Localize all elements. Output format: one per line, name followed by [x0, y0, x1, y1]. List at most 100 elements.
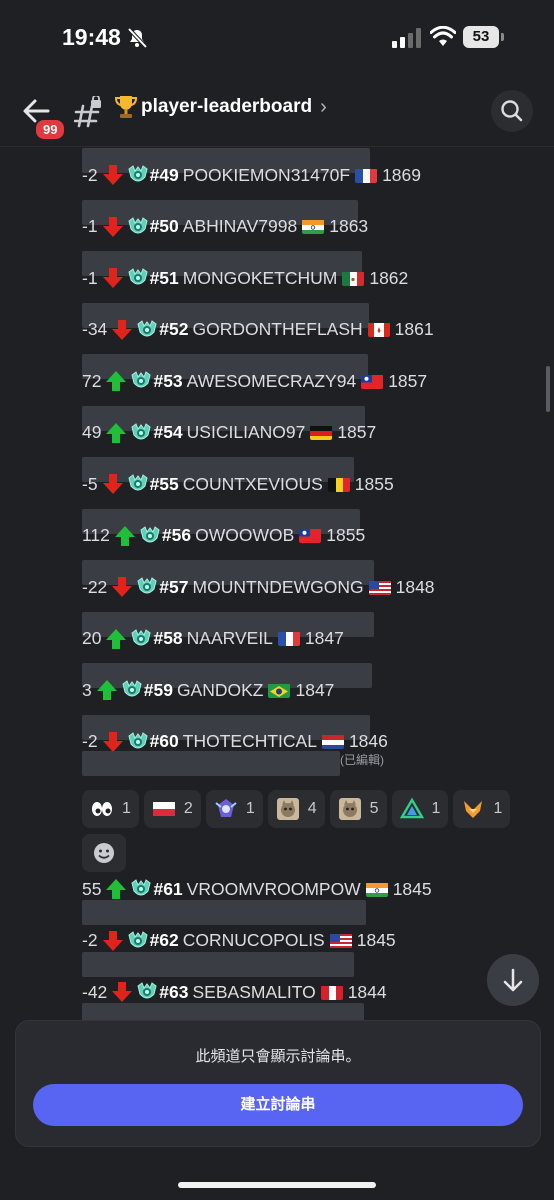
leaderboard-list: -2 #49 POOKIEMON31470F 1869 -1 #50 ABHINAV79…: [82, 148, 552, 776]
player-name: MOUNTNDEWGONG: [192, 576, 364, 597]
leaderboard-entry: -1 #50 ABHINAV7998 1863: [82, 216, 368, 238]
rank-change: -22: [82, 576, 108, 597]
status-bar: 19:48 53: [0, 0, 554, 70]
bell-off-icon: [127, 27, 148, 49]
cat-icon: [276, 797, 300, 821]
rank-change: 55: [82, 878, 102, 899]
leaderboard-row: 72 #53 AWESOMECRAZY94 1857: [82, 354, 552, 406]
arrow-up-icon: [105, 878, 127, 900]
rank-change: 49: [82, 422, 102, 442]
player-name: ABHINAV7998: [182, 216, 298, 236]
rank-emblem-icon: [130, 422, 152, 444]
country-flag-icon: [361, 374, 384, 389]
rank-emblem-icon: [127, 731, 149, 753]
reaction-pill[interactable]: 1: [453, 790, 511, 828]
player-name: CORNUCOPOLIS: [182, 930, 325, 950]
country-flag-icon: [327, 477, 350, 492]
country-flag-icon: [310, 425, 333, 440]
cat-icon: [338, 797, 362, 821]
rank-emblem-icon: [121, 679, 143, 701]
rating-score: 1845: [392, 878, 432, 899]
arrow-down-icon: [102, 930, 124, 952]
rating-score: 1857: [388, 370, 428, 391]
country-flag-icon: [302, 219, 325, 234]
country-flag-icon: [299, 528, 322, 543]
rank-number: #57: [159, 576, 189, 597]
leaderboard-entry: -2 #49 POOKIEMON31470F 1869: [82, 164, 421, 186]
cellular-signal-icon: [392, 28, 421, 48]
rating-score: 1861: [394, 319, 434, 339]
leaderboard-row: -1 #50 ABHINAV7998 1863: [82, 199, 552, 252]
thread-only-notice: 此頻道只會顯示討論串。: [195, 1048, 361, 1065]
player-name: MONGOKETCHUM: [182, 267, 338, 288]
rank-emblem-icon: [127, 164, 149, 186]
rank-emblem-icon: [130, 370, 152, 392]
thread-only-panel: 此頻道只會顯示討論串。 建立討論串: [15, 1020, 541, 1147]
country-flag-icon: [368, 580, 391, 595]
leaderboard-entry: -5 #55 COUNTXEVIOUS 1855: [82, 473, 394, 495]
rank-number: #58: [153, 628, 183, 648]
rank-emblem-icon: [136, 981, 158, 1003]
player-name: SEBASMALITO: [192, 981, 316, 1002]
reaction-pill[interactable]: 5: [329, 790, 387, 828]
rank-emblem-icon: [127, 216, 149, 238]
country-flag-icon: [365, 882, 388, 897]
reaction-count: 1: [122, 800, 131, 817]
reaction-pill[interactable]: 1: [82, 790, 139, 828]
rank-number: #52: [159, 319, 189, 339]
arrow-down-icon: [102, 473, 124, 495]
jump-to-bottom-button[interactable]: [487, 954, 539, 1006]
country-flag-icon: [320, 985, 343, 1000]
search-button[interactable]: [491, 90, 533, 132]
leaderboard-entry: -2 #60 THOTECHTICAL 1846: [82, 731, 388, 753]
reaction-count: 1: [245, 800, 255, 817]
rank-change: -42: [82, 981, 108, 1002]
battery-tip: [501, 33, 504, 41]
channel-title[interactable]: player-leaderboard ›: [114, 94, 327, 120]
rank-number: #63: [159, 981, 189, 1002]
wifi-icon: [430, 26, 456, 46]
country-flag-icon: [367, 322, 390, 337]
leaderboard-entry: -22 #57 MOUNTNDEWGONG 1848: [82, 576, 435, 598]
rank-emblem-icon: [130, 878, 152, 900]
triangle-icon: [399, 797, 424, 821]
arrow-down-icon: [102, 216, 124, 238]
rank-emblem-icon: [139, 525, 161, 547]
rating-score: 1862: [369, 267, 409, 288]
locked-channel-icon: [74, 96, 101, 128]
chevron-right-icon: ›: [320, 95, 327, 118]
create-thread-button[interactable]: 建立討論串: [33, 1084, 523, 1126]
rank-emblem-icon: [127, 473, 149, 495]
rank-change: -2: [82, 164, 98, 185]
reaction-pill[interactable]: 2: [143, 790, 201, 828]
reaction-pill[interactable]: 4: [267, 790, 325, 828]
rating-score: 1846: [348, 731, 388, 751]
arrow-up-icon: [114, 525, 136, 547]
reaction-pill[interactable]: 1: [391, 790, 449, 828]
player-name: THOTECHTICAL: [182, 731, 317, 751]
arrow-down-icon: [503, 968, 523, 992]
reaction-pill[interactable]: 1: [205, 790, 263, 828]
rating-score: 1863: [329, 216, 369, 236]
scrollbar-thumb[interactable]: [546, 366, 550, 412]
rank-emblem-icon: [127, 930, 149, 952]
redacted-bar: [82, 750, 340, 776]
channel-name: player-leaderboard: [141, 96, 313, 117]
rank-emblem-icon: [130, 628, 152, 650]
reaction-count: 1: [493, 800, 503, 817]
leaderboard-row: -2 #60 THOTECHTICAL 1846 (已編輯): [82, 714, 552, 776]
home-indicator[interactable]: [178, 1182, 376, 1188]
rating-score: 1869: [382, 164, 421, 185]
leaderboard-row: -1 #51 MONGOKETCHUM 1862: [82, 251, 552, 303]
rating-score: 1845: [356, 930, 396, 950]
leaderboard-entry: -2 #62 CORNUCOPOLIS 1845: [82, 930, 396, 952]
leaderboard-entry: 20 #58 NAARVEIL 1847: [82, 628, 344, 650]
player-name: POOKIEMON31470F: [182, 164, 351, 185]
player-name: GORDONTHEFLASH: [192, 319, 363, 339]
player-name: GANDOKZ: [176, 679, 264, 700]
leaderboard-row: 49 #54 USICILIANO97 1857: [82, 405, 552, 458]
reaction-count: 2: [183, 800, 193, 817]
country-flag-icon: [329, 933, 352, 948]
leaderboard-row: -22 #57 MOUNTNDEWGONG 1848: [82, 560, 552, 612]
rating-score: 1857: [337, 422, 377, 442]
